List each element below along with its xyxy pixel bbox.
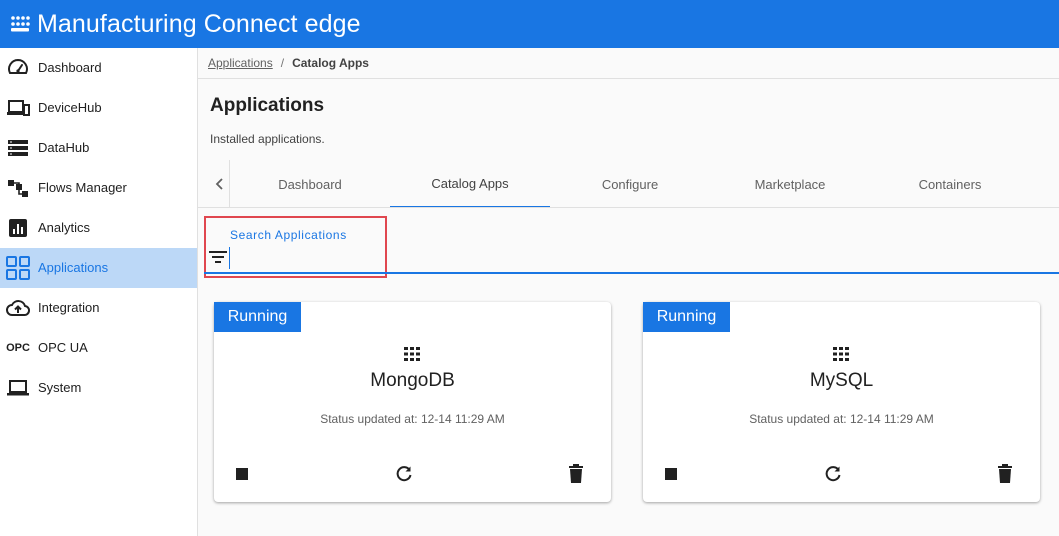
speedometer-icon	[6, 57, 30, 79]
breadcrumb-separator: /	[280, 56, 285, 70]
breadcrumb: Applications / Catalog Apps	[208, 56, 369, 70]
sidebar-item-label: Flows Manager	[38, 180, 127, 195]
tabs-divider	[198, 207, 1059, 208]
page-subtitle: Installed applications.	[210, 132, 325, 146]
delete-button[interactable]	[564, 462, 588, 486]
storage-icon	[6, 137, 30, 159]
tab-bar: Dashboard Catalog Apps Configure Marketp…	[210, 160, 1059, 208]
sidebar-item-label: OPC UA	[38, 340, 88, 355]
sidebar-item-label: Applications	[38, 260, 109, 275]
status-updated-text: Status updated at: 12-14 11:29 AM	[320, 412, 505, 426]
stop-icon	[665, 468, 677, 480]
stop-button[interactable]	[230, 462, 254, 486]
sidebar-item-opc-ua[interactable]: OPC OPC UA	[0, 328, 197, 368]
analytics-icon	[6, 217, 30, 239]
status-badge: Running	[643, 302, 730, 332]
apps-grid-icon	[6, 256, 30, 280]
stop-button[interactable]	[659, 462, 683, 486]
tab-catalog-apps[interactable]: Catalog Apps	[390, 160, 550, 208]
app-card-mongodb[interactable]: Running MongoDB Status updated at: 12-14…	[214, 302, 611, 502]
sidebar-item-analytics[interactable]: Analytics	[0, 208, 197, 248]
sidebar-item-system[interactable]: System	[0, 368, 197, 408]
app-suffix: edge	[304, 9, 361, 38]
flow-icon	[6, 177, 30, 199]
sidebar-item-dashboard[interactable]: Dashboard	[0, 48, 197, 88]
sidebar-item-applications[interactable]: Applications	[0, 248, 197, 288]
main-content: Applications / Catalog Apps Applications…	[198, 48, 1059, 536]
opc-text-icon: OPC	[6, 342, 30, 354]
delete-button[interactable]	[993, 462, 1017, 486]
filter-icon[interactable]	[208, 248, 228, 266]
sidebar-item-devicehub[interactable]: DeviceHub	[0, 88, 197, 128]
restart-button[interactable]	[392, 462, 416, 486]
devices-icon	[6, 97, 30, 119]
app-name: Manufacturing Connect	[37, 9, 298, 38]
status-updated-text: Status updated at: 12-14 11:29 AM	[749, 412, 934, 426]
sidebar-item-label: DeviceHub	[38, 100, 102, 115]
tab-marketplace[interactable]: Marketplace	[710, 160, 870, 208]
trash-icon	[569, 464, 583, 483]
sidebar: Dashboard DeviceHub DataHub Flows Manage…	[0, 48, 198, 536]
app-header: Manufacturing Connect edge	[0, 0, 1059, 48]
app-grid-icon	[403, 346, 421, 362]
refresh-icon	[396, 466, 412, 482]
sidebar-item-label: Dashboard	[38, 60, 102, 75]
sidebar-item-label: Analytics	[38, 220, 91, 235]
stop-icon	[236, 468, 248, 480]
restart-button[interactable]	[821, 462, 845, 486]
chevron-left-icon	[215, 178, 223, 190]
status-badge: Running	[214, 302, 301, 332]
app-name: MySQL	[809, 370, 874, 391]
app-name: MongoDB	[370, 370, 455, 391]
sidebar-item-label: System	[38, 380, 82, 395]
trash-icon	[998, 464, 1012, 483]
breadcrumb-link-applications[interactable]: Applications	[208, 56, 273, 70]
app-title: Manufacturing Connect edge	[37, 10, 361, 39]
tab-dashboard[interactable]: Dashboard	[230, 160, 390, 208]
refresh-icon	[825, 466, 841, 482]
grid-dots-icon[interactable]	[10, 14, 30, 34]
tab-configure[interactable]: Configure	[550, 160, 710, 208]
sidebar-item-label: DataHub	[38, 140, 90, 155]
tab-scroll-left-button[interactable]	[210, 160, 230, 208]
laptop-icon	[6, 377, 30, 399]
sidebar-item-flows-manager[interactable]: Flows Manager	[0, 168, 197, 208]
search-input[interactable]	[229, 247, 1057, 269]
sidebar-item-datahub[interactable]: DataHub	[0, 128, 197, 168]
page-title: Applications	[210, 95, 325, 116]
divider	[198, 78, 1059, 79]
search-underline	[204, 272, 1059, 274]
sidebar-item-integration[interactable]: Integration	[0, 288, 197, 328]
search-label: Search Applications	[230, 228, 347, 242]
app-card-mysql[interactable]: Running MySQL Status updated at: 12-14 1…	[643, 302, 1040, 502]
sidebar-item-label: Integration	[38, 300, 100, 315]
cloud-upload-icon	[6, 297, 30, 319]
tab-containers[interactable]: Containers	[870, 160, 1030, 208]
app-grid-icon	[832, 346, 850, 362]
breadcrumb-current: Catalog Apps	[292, 56, 369, 70]
